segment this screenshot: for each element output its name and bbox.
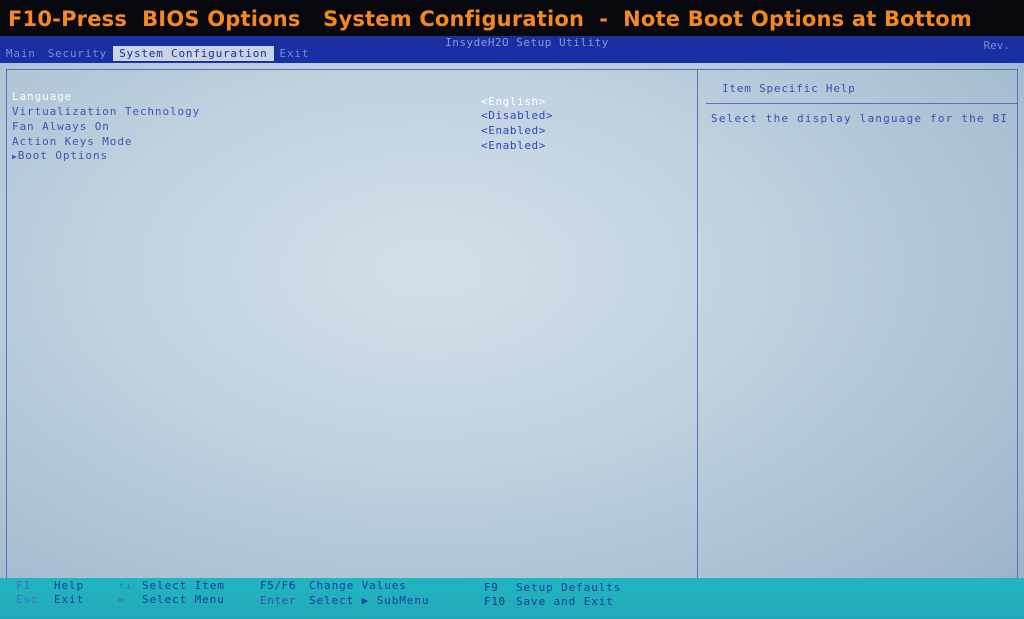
help-text: Select the display language for the BI bbox=[711, 112, 1009, 125]
help-title: Item Specific Help bbox=[722, 82, 856, 95]
key-up-down-desc: Select Item bbox=[142, 579, 225, 592]
tab-exit[interactable]: Exit bbox=[274, 46, 316, 61]
setting-language[interactable]: Language bbox=[12, 90, 72, 103]
key-f10: F10 bbox=[484, 595, 506, 608]
key-f1-desc: Help bbox=[54, 579, 85, 592]
submenu-boot-options[interactable]: ▶Boot Options bbox=[12, 149, 108, 162]
help-separator bbox=[706, 103, 1018, 104]
value-language[interactable]: <English> bbox=[481, 95, 546, 108]
key-legend-bar: F1 Help ↑↓ Select Item F5/F6 Change Valu… bbox=[0, 578, 1024, 619]
value-virtualization-technology[interactable]: <Disabled> bbox=[481, 109, 553, 122]
value-fan-always-on[interactable]: <Enabled> bbox=[481, 124, 546, 137]
key-f5-f6: F5/F6 bbox=[260, 579, 297, 592]
key-enter: Enter bbox=[260, 594, 297, 607]
bios-screen: InsydeH2O Setup Utility Rev. Main Securi… bbox=[0, 36, 1024, 619]
key-esc: Esc bbox=[16, 593, 38, 606]
revision-label: Rev. bbox=[983, 39, 1011, 52]
photo-frame: F10-Press BIOS Options System Configurat… bbox=[0, 0, 1024, 619]
key-up-down: ↑↓ bbox=[118, 579, 133, 592]
submenu-boot-options-label: Boot Options bbox=[17, 149, 108, 162]
value-action-keys-mode[interactable]: <Enabled> bbox=[481, 139, 546, 152]
tab-security[interactable]: Security bbox=[42, 46, 113, 61]
key-f10-desc: Save and Exit bbox=[516, 595, 614, 608]
key-f5-f6-desc: Change Values bbox=[309, 579, 407, 592]
panel-divider bbox=[697, 70, 698, 579]
key-f9-desc: Setup Defaults bbox=[516, 581, 622, 594]
menu-bar: Main Security System Configuration Exit bbox=[0, 46, 315, 61]
key-left-right-desc: Select Menu bbox=[142, 593, 225, 606]
key-f9: F9 bbox=[484, 581, 499, 594]
key-esc-desc: Exit bbox=[54, 593, 85, 606]
title-bar: InsydeH2O Setup Utility Rev. Main Securi… bbox=[0, 36, 1024, 63]
setting-action-keys-mode[interactable]: Action Keys Mode bbox=[12, 135, 132, 148]
tab-main[interactable]: Main bbox=[0, 46, 42, 61]
key-f1: F1 bbox=[16, 579, 31, 592]
tab-system-configuration[interactable]: System Configuration bbox=[113, 46, 274, 61]
key-left-right: ↔ bbox=[118, 593, 126, 606]
key-enter-desc: Select ▶ SubMenu bbox=[309, 594, 430, 607]
setting-virtualization-technology[interactable]: Virtualization Technology bbox=[12, 105, 200, 118]
setting-fan-always-on[interactable]: Fan Always On bbox=[12, 120, 110, 133]
image-caption: F10-Press BIOS Options System Configurat… bbox=[0, 0, 1024, 38]
